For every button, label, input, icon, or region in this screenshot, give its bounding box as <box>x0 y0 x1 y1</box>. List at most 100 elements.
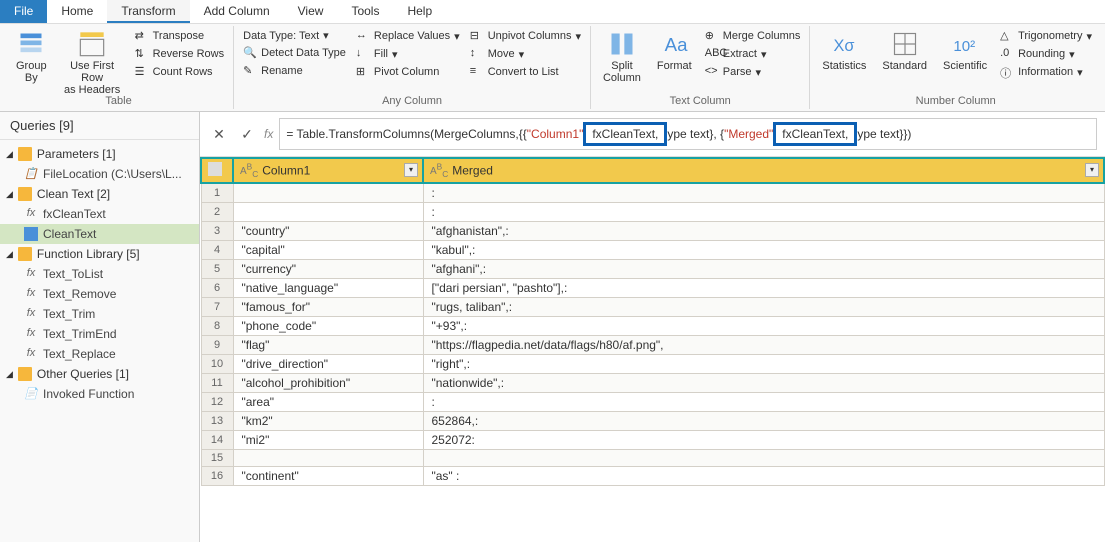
cell-column1[interactable]: "mi2" <box>233 431 423 450</box>
dropdown-icon[interactable]: ▾ <box>404 163 418 177</box>
table-row[interactable]: 13 "km2"652864,: <box>201 412 1104 431</box>
merge-columns-button[interactable]: ⊕Merge Columns <box>702 28 804 44</box>
cell-column1[interactable]: "area" <box>233 393 423 412</box>
cell-merged[interactable]: "kabul",: <box>423 241 1104 260</box>
row-number[interactable]: 16 <box>201 467 233 486</box>
row-number[interactable]: 1 <box>201 183 233 203</box>
cell-column1[interactable]: "flag" <box>233 336 423 355</box>
statistics-button[interactable]: Xσ Statistics <box>816 26 872 86</box>
cell-merged[interactable]: 652864,: <box>423 412 1104 431</box>
cell-column1[interactable]: "capital" <box>233 241 423 260</box>
row-number[interactable]: 3 <box>201 222 233 241</box>
table-row[interactable]: 11"alcohol_prohibition""nationwide",: <box>201 374 1104 393</box>
cell-merged[interactable]: : <box>423 183 1104 203</box>
cell-merged[interactable]: : <box>423 393 1104 412</box>
sidebar-group[interactable]: ◢Function Library [5] <box>0 244 199 264</box>
column-header-column1[interactable]: ABCColumn1▾ <box>233 158 423 183</box>
detect-type-button[interactable]: 🔍Detect Data Type <box>240 45 349 61</box>
standard-button[interactable]: Standard <box>876 26 933 86</box>
sidebar-item[interactable]: 📄Invoked Function <box>0 384 199 404</box>
tab-add-column[interactable]: Add Column <box>190 0 284 23</box>
extract-button[interactable]: ABCExtract ▾ <box>702 46 804 62</box>
sidebar-item[interactable]: fxfxCleanText <box>0 204 199 224</box>
table-row[interactable]: 8"phone_code""+93",: <box>201 317 1104 336</box>
format-button[interactable]: Aa Format <box>651 26 698 98</box>
tab-tools[interactable]: Tools <box>337 0 393 23</box>
dropdown-icon[interactable]: ▾ <box>1085 163 1099 177</box>
reverse-rows-button[interactable]: ⇅Reverse Rows <box>132 46 228 62</box>
transpose-button[interactable]: ⇄Transpose <box>132 28 228 44</box>
parse-button[interactable]: <>Parse ▾ <box>702 64 804 80</box>
table-row[interactable]: 6"native_language"["dari persian", "pash… <box>201 279 1104 298</box>
sidebar-item[interactable]: fxText_ToList <box>0 264 199 284</box>
sidebar-group[interactable]: ◢Parameters [1] <box>0 144 199 164</box>
sidebar-item[interactable]: CleanText <box>0 224 199 244</box>
row-number[interactable]: 11 <box>201 374 233 393</box>
table-row[interactable]: 4"capital""kabul",: <box>201 241 1104 260</box>
sidebar-item[interactable]: fxText_Replace <box>0 344 199 364</box>
replace-values-button[interactable]: ↔Replace Values ▾ <box>353 28 463 44</box>
table-row[interactable]: 7"famous_for""rugs, taliban",: <box>201 298 1104 317</box>
row-number[interactable]: 13 <box>201 412 233 431</box>
row-number[interactable]: 12 <box>201 393 233 412</box>
row-number[interactable]: 15 <box>201 450 233 467</box>
tab-file[interactable]: File <box>0 0 47 23</box>
cell-column1[interactable]: "famous_for" <box>233 298 423 317</box>
sidebar-item[interactable]: fxText_TrimEnd <box>0 324 199 344</box>
cell-merged[interactable]: "rugs, taliban",: <box>423 298 1104 317</box>
fill-button[interactable]: ↓Fill ▾ <box>353 46 463 62</box>
sidebar-item[interactable]: fxText_Remove <box>0 284 199 304</box>
table-row[interactable]: 3"country""afghanistan",: <box>201 222 1104 241</box>
rename-button[interactable]: ✎Rename <box>240 63 349 79</box>
formula-accept-button[interactable]: ✓ <box>236 123 258 145</box>
information-button[interactable]: ⓘInformation ▾ <box>997 64 1095 80</box>
row-number[interactable]: 7 <box>201 298 233 317</box>
cell-merged[interactable]: "as" : <box>423 467 1104 486</box>
row-number[interactable]: 2 <box>201 203 233 222</box>
move-button[interactable]: ↕Move ▾ <box>467 46 584 62</box>
cell-column1[interactable]: "drive_direction" <box>233 355 423 374</box>
cell-merged[interactable]: : <box>423 203 1104 222</box>
cell-column1[interactable]: "currency" <box>233 260 423 279</box>
cell-column1[interactable] <box>233 450 423 467</box>
unpivot-button[interactable]: ⊟Unpivot Columns ▾ <box>467 28 584 44</box>
column-header-merged[interactable]: ABCMerged▾ <box>423 158 1104 183</box>
tab-view[interactable]: View <box>284 0 338 23</box>
row-number[interactable]: 8 <box>201 317 233 336</box>
cell-column1[interactable]: "country" <box>233 222 423 241</box>
table-row[interactable]: 9"flag""https://flagpedia.net/data/flags… <box>201 336 1104 355</box>
cell-column1[interactable] <box>233 203 423 222</box>
row-number[interactable]: 6 <box>201 279 233 298</box>
sidebar-item[interactable]: fxText_Trim <box>0 304 199 324</box>
table-row[interactable]: 1: <box>201 183 1104 203</box>
convert-list-button[interactable]: ≡Convert to List <box>467 64 584 80</box>
table-row[interactable]: 12"area": <box>201 393 1104 412</box>
table-row[interactable]: 2: <box>201 203 1104 222</box>
trig-button[interactable]: △Trigonometry ▾ <box>997 28 1095 44</box>
data-type-button[interactable]: Data Type: Text ▾ <box>240 28 349 43</box>
cell-column1[interactable] <box>233 183 423 203</box>
corner-header[interactable] <box>201 158 233 183</box>
formula-input[interactable]: = Table.TransformColumns(MergeColumns,{{… <box>279 118 1097 150</box>
cell-merged[interactable]: ["dari persian", "pashto"],: <box>423 279 1104 298</box>
cell-column1[interactable]: "alcohol_prohibition" <box>233 374 423 393</box>
table-row[interactable]: 14 "mi2"252072: <box>201 431 1104 450</box>
sidebar-group[interactable]: ◢Other Queries [1] <box>0 364 199 384</box>
cell-merged[interactable]: "right",: <box>423 355 1104 374</box>
rounding-button[interactable]: .0Rounding ▾ <box>997 46 1095 62</box>
tab-home[interactable]: Home <box>47 0 107 23</box>
row-number[interactable]: 5 <box>201 260 233 279</box>
cell-column1[interactable]: "km2" <box>233 412 423 431</box>
formula-cancel-button[interactable]: ✕ <box>208 123 230 145</box>
cell-merged[interactable]: "https://flagpedia.net/data/flags/h80/af… <box>423 336 1104 355</box>
sidebar-item[interactable]: 📋FileLocation (C:\Users\L... <box>0 164 199 184</box>
cell-column1[interactable]: "phone_code" <box>233 317 423 336</box>
tab-transform[interactable]: Transform <box>107 0 189 23</box>
table-row[interactable]: 10"drive_direction""right",: <box>201 355 1104 374</box>
cell-column1[interactable]: "native_language" <box>233 279 423 298</box>
pivot-button[interactable]: ⊞Pivot Column <box>353 64 463 80</box>
cell-merged[interactable]: "afghani",: <box>423 260 1104 279</box>
cell-merged[interactable]: "nationwide",: <box>423 374 1104 393</box>
count-rows-button[interactable]: ☰Count Rows <box>132 64 228 80</box>
split-column-button[interactable]: Split Column <box>597 26 647 98</box>
